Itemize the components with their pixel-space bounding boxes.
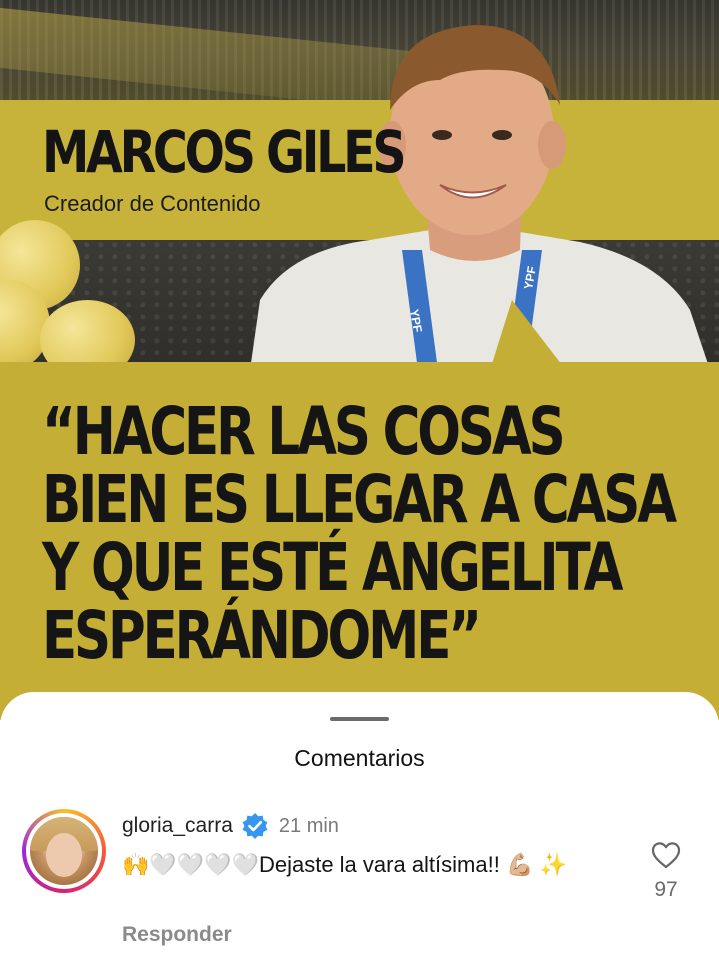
verified-badge-icon: [242, 813, 268, 839]
player-photo: YPF YPF: [250, 25, 710, 370]
comments-sheet: Comentarios gloria_carra 21 min 🙌🤍🤍🤍🤍Dej…: [0, 692, 719, 965]
like-count: 97: [654, 878, 678, 901]
headline-quote: “HACER LAS COSAS BIEN ES LLEGAR A CASA Y…: [42, 393, 677, 674]
headline-name: MARCOS GILES: [42, 118, 407, 186]
comment-username[interactable]: gloria_carra: [122, 814, 233, 838]
quote-line: “HACER LAS COSAS: [42, 393, 566, 470]
quote-line: BIEN ES LLEGAR A CASA: [42, 461, 677, 538]
comment-time: 21 min: [278, 814, 339, 837]
balloons-decoration: [0, 210, 150, 380]
comment-header: gloria_carra 21 min: [122, 812, 339, 840]
quote-line: ESPERÁNDOME”: [42, 597, 482, 674]
reply-button[interactable]: Responder: [122, 923, 232, 947]
drag-handle[interactable]: [330, 717, 389, 721]
heart-outline-icon[interactable]: [651, 841, 681, 869]
quote-line: Y QUE ESTÉ ANGELITA: [42, 529, 623, 606]
avatar-photo: [30, 817, 98, 885]
avatar[interactable]: [22, 809, 106, 893]
comment-text: 🙌🤍🤍🤍🤍Dejaste la vara altísima!! 💪🏼 ✨: [122, 852, 567, 877]
post-image[interactable]: YPF YPF MARCOS GILES Creador de Contenid…: [0, 0, 719, 720]
sheet-title: Comentarios: [294, 745, 425, 771]
headline-role: Creador de Contenido: [44, 191, 261, 216]
